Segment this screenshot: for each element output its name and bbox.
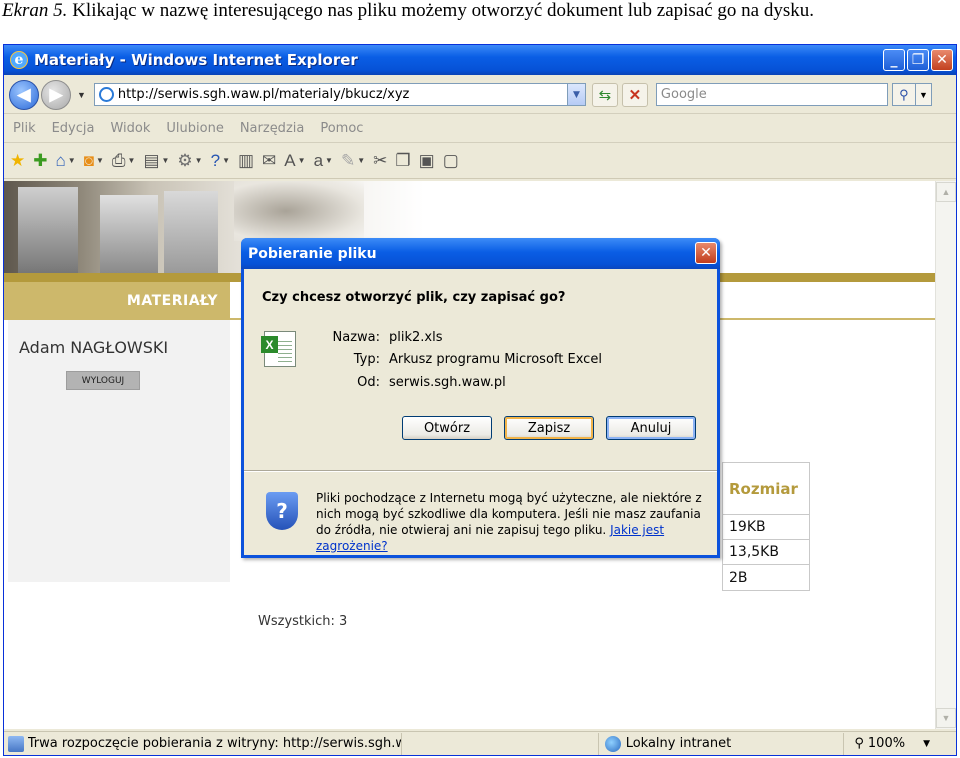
scroll-up-icon[interactable]: ▲ — [936, 182, 956, 202]
from-label: Od: — [357, 375, 380, 390]
sidebar — [8, 320, 230, 582]
translate-icon[interactable]: A ▼ — [284, 151, 305, 171]
zoom-magnifier-icon: ⚲ — [854, 736, 864, 751]
stop-button[interactable]: ✕ — [621, 82, 648, 107]
tools-gear-icon[interactable]: ⚙ ▼ — [177, 151, 202, 171]
history-dropdown-icon[interactable]: ▼ — [77, 90, 86, 100]
print-icon[interactable]: ⎙ ▼ — [112, 151, 136, 171]
favorites-star-icon[interactable]: ★ — [10, 151, 25, 171]
cancel-button[interactable]: Anuluj — [606, 416, 696, 440]
status-bar: Trwa rozpoczęcie pobierania z witryny: h… — [4, 731, 956, 755]
maximize-button[interactable]: ❐ — [907, 49, 929, 71]
total-count: Wszystkich: 3 — [258, 614, 348, 629]
page-icon — [98, 87, 114, 102]
help-icon[interactable]: ? ▼ — [211, 151, 230, 171]
table-cell: 13,5KB — [723, 540, 809, 565]
logout-button[interactable]: WYLOGUJ — [66, 371, 140, 390]
refresh-button[interactable]: ⇆ — [591, 82, 618, 107]
status-segment — [401, 732, 598, 755]
url-text: http://serwis.sgh.waw.pl/materialy/bkucz… — [117, 87, 410, 102]
dialog-close-button[interactable]: ✕ — [695, 242, 717, 264]
search-options-icon[interactable]: ▼ — [915, 83, 932, 106]
vertical-scrollbar[interactable] — [935, 181, 956, 729]
close-button[interactable]: ✕ — [931, 49, 953, 71]
files-size-column: Rozmiar 19KB 13,5KB 2B — [722, 462, 810, 591]
size-header: Rozmiar — [723, 463, 809, 515]
add-favorites-icon[interactable]: ✚ — [33, 151, 47, 171]
zone-segment: Lokalny intranet — [597, 732, 844, 755]
menu-file[interactable]: Plik — [13, 121, 36, 136]
ie-logo-icon: e — [10, 51, 28, 69]
user-name: Adam NAGŁOWSKI — [19, 338, 169, 357]
type-value: Arkusz programu Microsoft Excel — [389, 352, 602, 367]
window-title: Materiały - Windows Internet Explorer — [34, 51, 358, 69]
caption-prefix: Ekran 5. — [2, 0, 68, 21]
edit-pen-icon[interactable]: ✎ ▼ — [341, 151, 365, 171]
dialog-title: Pobieranie pliku — [248, 245, 377, 262]
search-icon[interactable]: ⚲ — [891, 83, 916, 106]
download-status-icon — [8, 735, 24, 752]
menu-help[interactable]: Pomoc — [320, 121, 363, 136]
scroll-down-icon[interactable]: ▼ — [936, 708, 956, 728]
minimize-button[interactable]: _ — [883, 49, 905, 71]
research-icon[interactable]: ▥ — [238, 151, 254, 171]
figure-caption: Ekran 5. Klikając w nazwę interesującego… — [0, 0, 960, 28]
window-titlebar[interactable]: e Materiały - Windows Internet Explorer … — [4, 45, 956, 75]
type-label: Typ: — [353, 352, 380, 367]
dialog-separator — [244, 470, 717, 472]
status-text: Trwa rozpoczęcie pobierania z witryny: h… — [27, 736, 401, 751]
menu-edit[interactable]: Edycja — [52, 121, 95, 136]
page-menu-icon[interactable]: ▤ ▼ — [143, 151, 169, 171]
name-value: plik2.xls — [389, 330, 443, 345]
home-icon[interactable]: ⌂ ▼ — [56, 151, 76, 171]
menu-favorites[interactable]: Ulubione — [166, 121, 223, 136]
search-input[interactable]: Google — [655, 83, 888, 106]
url-input[interactable]: http://serwis.sgh.waw.pl/materialy/bkucz… — [93, 83, 586, 106]
table-cell: 19KB — [723, 515, 809, 540]
section-header[interactable]: MATERIAŁY — [4, 282, 230, 320]
paste-icon[interactable]: ▣ — [419, 151, 435, 171]
caption-text: Klikając w nazwę interesującego nas plik… — [67, 0, 815, 21]
feeds-icon[interactable]: ◙ ▼ — [84, 151, 104, 171]
zoom-level: 100% — [867, 736, 906, 751]
menu-tools[interactable]: Narzędzia — [240, 121, 305, 136]
mail-icon[interactable]: ✉ — [262, 151, 276, 171]
security-shield-icon: ? — [266, 492, 298, 530]
file-download-dialog: Pobieranie pliku ✕ Czy chcesz otworzyć p… — [241, 238, 720, 558]
encoding-icon[interactable]: a ▼ — [314, 151, 333, 171]
new-window-icon[interactable]: ▢ — [443, 151, 459, 171]
open-button[interactable]: Otwórz — [402, 416, 492, 440]
copy-icon[interactable]: ❐ — [395, 151, 410, 171]
zone-text: Lokalny intranet — [625, 736, 732, 751]
name-label: Nazwa: — [332, 330, 381, 345]
zoom-dropdown-icon[interactable]: ▼ — [923, 739, 930, 749]
table-cell: 2B — [729, 569, 748, 586]
zoom-control[interactable]: ⚲ 100% ▼ — [843, 732, 956, 755]
intranet-globe-icon — [604, 735, 621, 752]
command-toolbar: ★ ✚ ⌂ ▼ ◙ ▼ ⎙ ▼ ▤ ▼ ⚙ ▼ ? ▼ ▥ ✉ A ▼ a ▼ ✎ ▼ ✂ ❐ ▣… — [4, 143, 956, 179]
back-button[interactable]: ◀ — [9, 79, 39, 110]
menu-bar: Plik Edycja Widok Ulubione Narzędzia Pom… — [4, 113, 956, 143]
excel-file-icon: X — [261, 331, 296, 367]
forward-button[interactable]: ▶ — [41, 79, 71, 110]
security-warning: Pliki pochodzące z Internetu mogą być uż… — [316, 490, 711, 554]
cut-icon[interactable]: ✂ — [373, 151, 387, 171]
from-value: serwis.sgh.waw.pl — [389, 375, 506, 390]
dialog-titlebar[interactable]: Pobieranie pliku ✕ — [241, 238, 720, 269]
dialog-question: Czy chcesz otworzyć plik, czy zapisać go… — [262, 290, 566, 305]
menu-view[interactable]: Widok — [110, 121, 150, 136]
save-button[interactable]: Zapisz — [504, 416, 594, 440]
address-bar: ◀ ▶ ▼ http://serwis.sgh.waw.pl/materialy… — [4, 76, 956, 113]
url-dropdown-icon[interactable]: ▼ — [566, 84, 585, 105]
